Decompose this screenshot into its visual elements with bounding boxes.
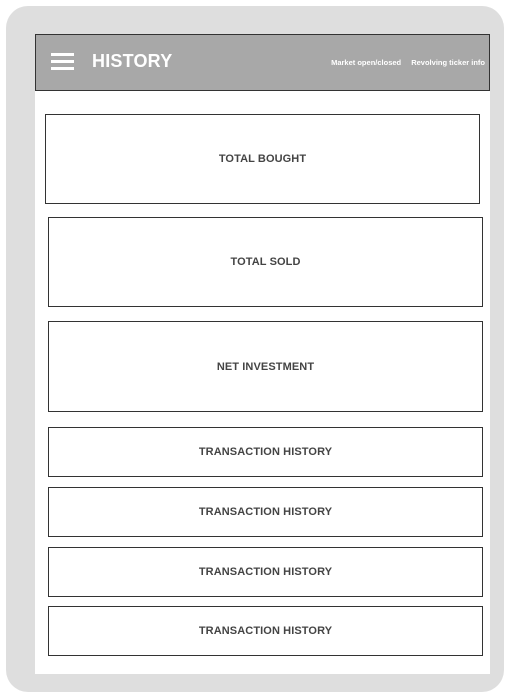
market-status: Market open/closed bbox=[331, 58, 402, 67]
transaction-history-label: TRANSACTION HISTORY bbox=[198, 566, 333, 578]
menu-line bbox=[51, 60, 74, 63]
transaction-history-row[interactable]: TRANSACTION HISTORY bbox=[48, 487, 483, 537]
header-info: Market open/closed Revolving ticker info bbox=[331, 58, 485, 67]
net-investment-card[interactable]: NET INVESTMENT bbox=[48, 321, 483, 412]
transaction-history-row[interactable]: TRANSACTION HISTORY bbox=[48, 547, 483, 597]
hamburger-menu-icon[interactable] bbox=[51, 53, 74, 71]
total-bought-card[interactable]: TOTAL BOUGHT bbox=[45, 114, 480, 204]
transaction-history-label: TRANSACTION HISTORY bbox=[198, 625, 333, 637]
transaction-history-label: TRANSACTION HISTORY bbox=[198, 506, 333, 518]
header-bar: HISTORY Market open/closed Revolving tic… bbox=[35, 34, 490, 91]
ticker-info: Revolving ticker info bbox=[411, 58, 485, 67]
page-title: HISTORY bbox=[92, 51, 173, 71]
device-frame: HISTORY Market open/closed Revolving tic… bbox=[6, 6, 504, 692]
transaction-history-label: TRANSACTION HISTORY bbox=[198, 446, 333, 458]
total-sold-card[interactable]: TOTAL SOLD bbox=[48, 217, 483, 307]
app-screen: HISTORY Market open/closed Revolving tic… bbox=[35, 34, 490, 674]
total-sold-label: TOTAL SOLD bbox=[230, 256, 301, 268]
total-bought-label: TOTAL BOUGHT bbox=[218, 153, 307, 165]
net-investment-label: NET INVESTMENT bbox=[216, 360, 315, 373]
menu-line bbox=[51, 53, 74, 56]
transaction-history-row[interactable]: TRANSACTION HISTORY bbox=[48, 427, 483, 477]
menu-line bbox=[51, 67, 74, 70]
transaction-history-row[interactable]: TRANSACTION HISTORY bbox=[48, 606, 483, 656]
